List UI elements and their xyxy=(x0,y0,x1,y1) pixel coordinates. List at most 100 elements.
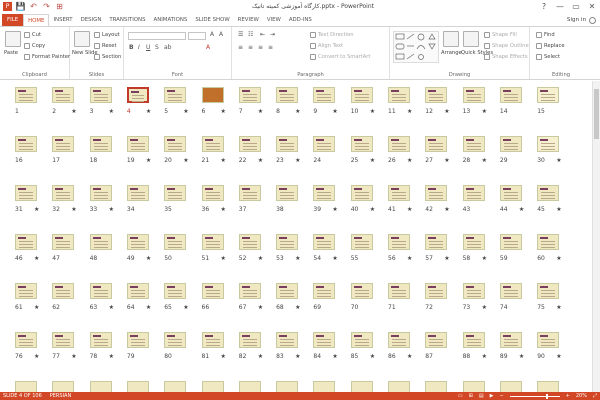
slide-thumbnail[interactable] xyxy=(537,283,560,299)
animation-star-icon[interactable]: ★ xyxy=(444,206,449,213)
slide-thumbnail[interactable] xyxy=(52,136,75,152)
animation-star-icon[interactable]: ★ xyxy=(556,157,561,164)
start-slideshow-icon[interactable]: ⊞ xyxy=(55,2,64,11)
slide-thumbnail[interactable] xyxy=(388,87,410,103)
slideshow-view-icon[interactable]: ▶ xyxy=(490,393,494,399)
language-indicator[interactable]: PERSIAN xyxy=(50,393,71,399)
slide-thumbnail[interactable] xyxy=(276,332,299,348)
slide-thumbnail[interactable] xyxy=(52,87,75,103)
tab-file[interactable]: FILE xyxy=(2,14,24,26)
animation-star-icon[interactable]: ★ xyxy=(407,108,412,115)
slide-thumbnail[interactable] xyxy=(164,185,187,201)
slide-thumbnail[interactable] xyxy=(164,136,187,152)
slide-thumbnail[interactable] xyxy=(52,283,75,299)
align-right-icon[interactable]: ≡ xyxy=(258,44,263,51)
slide-thumbnail[interactable] xyxy=(238,185,261,201)
slide-thumbnail[interactable] xyxy=(238,136,261,152)
slide-thumbnail[interactable] xyxy=(388,185,410,201)
slide-thumbnail[interactable] xyxy=(350,87,373,103)
animation-star-icon[interactable]: ★ xyxy=(34,206,39,213)
slide-thumbnail[interactable] xyxy=(164,332,187,348)
animation-star-icon[interactable]: ★ xyxy=(258,304,263,311)
slide-thumbnail[interactable] xyxy=(201,332,224,348)
tab-view[interactable]: VIEW xyxy=(263,14,285,26)
animation-star-icon[interactable]: ★ xyxy=(482,157,487,164)
slide-thumbnail[interactable] xyxy=(425,234,448,250)
slide-thumbnail[interactable] xyxy=(15,332,37,348)
tab-insert[interactable]: INSERT xyxy=(49,14,76,26)
slide-thumbnail[interactable] xyxy=(276,185,299,201)
animation-star-icon[interactable]: ★ xyxy=(444,255,449,262)
fit-slide-icon[interactable]: ⤢ xyxy=(593,393,597,399)
animation-star-icon[interactable]: ★ xyxy=(295,353,300,360)
decrease-indent-icon[interactable]: ⇤ xyxy=(260,31,265,38)
bold-icon[interactable]: B xyxy=(129,44,134,51)
slide-thumbnail[interactable] xyxy=(89,332,112,348)
animation-star-icon[interactable]: ★ xyxy=(556,206,561,213)
replace-button[interactable]: Replace xyxy=(536,43,565,49)
cut-button[interactable]: Cut xyxy=(24,32,41,38)
animation-star-icon[interactable]: ★ xyxy=(332,255,337,262)
slide-thumbnail[interactable] xyxy=(238,283,261,299)
slide-thumbnail[interactable] xyxy=(425,332,448,348)
find-button[interactable]: Find xyxy=(536,32,555,38)
slide-thumbnail[interactable] xyxy=(462,332,485,348)
animation-star-icon[interactable]: ★ xyxy=(109,108,114,115)
animation-star-icon[interactable]: ★ xyxy=(221,108,226,115)
slide-thumbnail[interactable] xyxy=(238,234,261,250)
animation-star-icon[interactable]: ★ xyxy=(407,353,412,360)
select-button[interactable]: Select xyxy=(536,54,560,60)
slide-thumbnail[interactable] xyxy=(15,234,37,250)
slide-thumbnail[interactable] xyxy=(201,283,224,299)
reading-view-icon[interactable]: ▤ xyxy=(479,393,484,399)
animation-star-icon[interactable]: ★ xyxy=(183,304,188,311)
slide-thumbnail[interactable] xyxy=(89,136,112,152)
slide-thumbnail[interactable] xyxy=(276,136,299,152)
align-center-icon[interactable]: ≡ xyxy=(248,44,253,51)
slide-thumbnail[interactable] xyxy=(499,381,522,392)
animation-star-icon[interactable]: ★ xyxy=(109,353,114,360)
animation-star-icon[interactable]: ★ xyxy=(444,108,449,115)
slide-thumbnail[interactable] xyxy=(52,332,75,348)
animation-star-icon[interactable]: ★ xyxy=(482,304,487,311)
copy-button[interactable]: Copy xyxy=(24,43,45,49)
animation-star-icon[interactable]: ★ xyxy=(482,108,487,115)
slide-thumbnail[interactable] xyxy=(15,136,37,152)
numbering-icon[interactable]: ☷ xyxy=(248,31,253,38)
shape-fill-button[interactable]: Shape Fill xyxy=(484,32,517,38)
format-painter-button[interactable]: Format Painter xyxy=(24,54,70,60)
shadow-icon[interactable]: S xyxy=(155,44,159,51)
animation-star-icon[interactable]: ★ xyxy=(221,255,226,262)
vertical-scrollbar[interactable] xyxy=(592,81,600,392)
minimize-button[interactable]: — xyxy=(552,0,568,13)
slide-thumbnail[interactable] xyxy=(462,185,485,201)
powerpoint-logo-icon[interactable]: P xyxy=(3,2,12,11)
slide-thumbnail[interactable] xyxy=(425,381,448,392)
tab-animations[interactable]: ANIMATIONS xyxy=(150,14,192,26)
zoom-out-icon[interactable]: − xyxy=(499,393,503,399)
zoom-level[interactable]: 20% xyxy=(576,393,587,399)
slide-thumbnail[interactable] xyxy=(126,381,149,392)
slide-thumbnail[interactable] xyxy=(499,332,522,348)
slide-thumbnail[interactable] xyxy=(388,234,410,250)
animation-star-icon[interactable]: ★ xyxy=(221,353,226,360)
animation-star-icon[interactable]: ★ xyxy=(34,353,39,360)
slide-thumbnail[interactable] xyxy=(313,185,336,201)
slide-thumbnail[interactable] xyxy=(313,381,336,392)
layout-button[interactable]: Layout xyxy=(94,32,120,38)
slide-thumbnail[interactable] xyxy=(126,136,149,152)
animation-star-icon[interactable]: ★ xyxy=(221,206,226,213)
slide-thumbnail[interactable] xyxy=(462,136,485,152)
animation-star-icon[interactable]: ★ xyxy=(556,304,561,311)
animation-star-icon[interactable]: ★ xyxy=(258,157,263,164)
increase-indent-icon[interactable]: ⇥ xyxy=(270,31,275,38)
reset-button[interactable]: Reset xyxy=(94,43,117,49)
grow-font-icon[interactable]: A xyxy=(210,31,214,38)
slide-thumbnail[interactable] xyxy=(164,234,187,250)
slide-thumbnail[interactable] xyxy=(537,381,560,392)
animation-star-icon[interactable]: ★ xyxy=(295,304,300,311)
paste-icon[interactable] xyxy=(5,31,21,47)
slide-thumbnail[interactable] xyxy=(126,283,149,299)
slide-thumbnail[interactable] xyxy=(425,136,448,152)
align-text-button[interactable]: Align Text xyxy=(310,43,343,49)
